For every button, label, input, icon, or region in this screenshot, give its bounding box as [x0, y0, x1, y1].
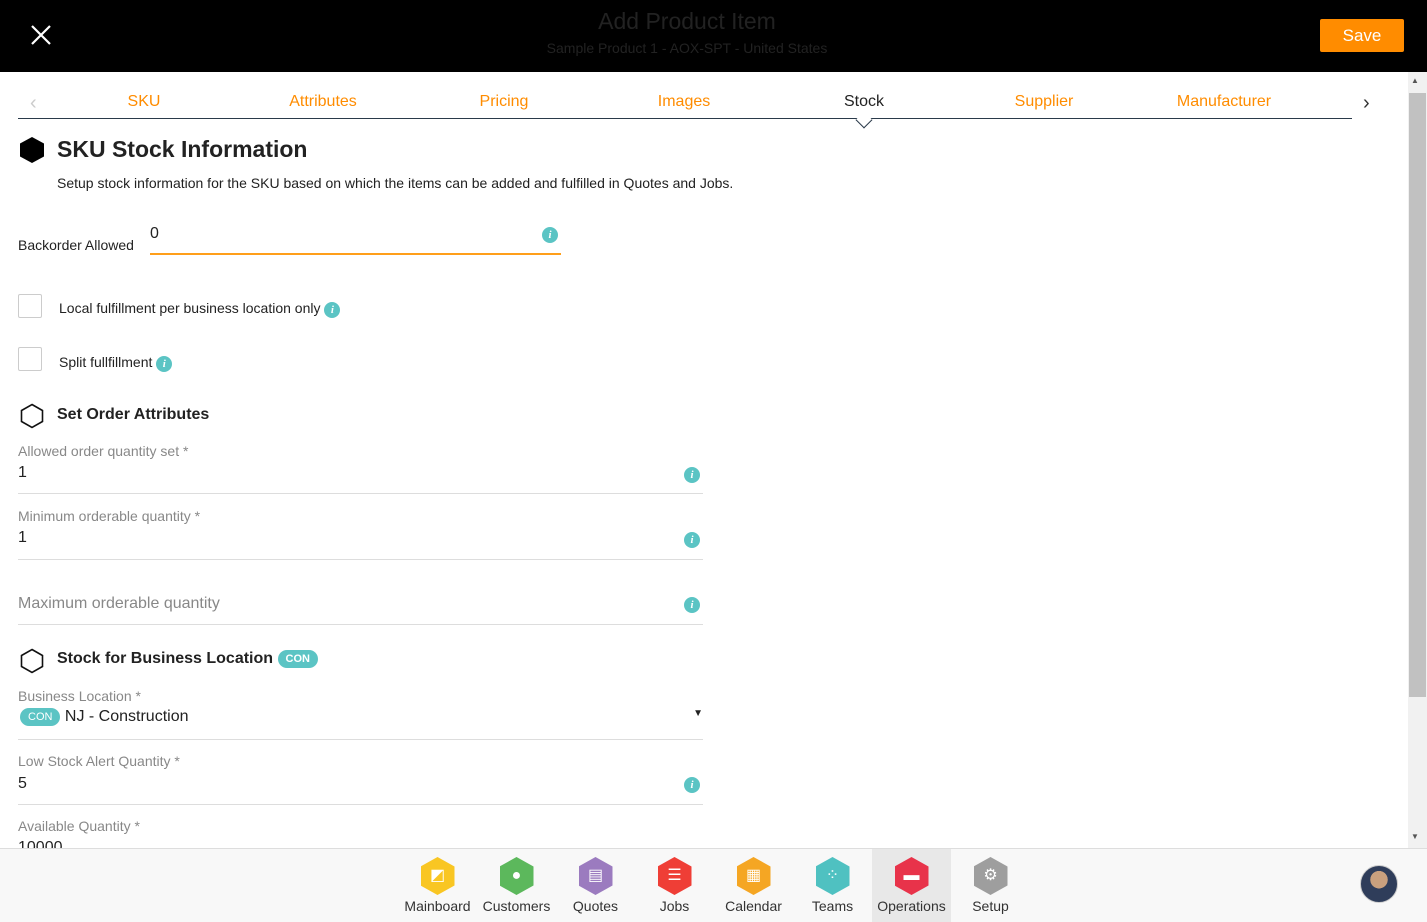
available-qty-input[interactable]: 10000	[18, 839, 63, 848]
info-icon[interactable]: i	[684, 532, 700, 548]
field-underline	[18, 739, 703, 740]
gear-icon: ⚙	[973, 857, 1008, 895]
allowed-qty-input[interactable]: 1	[18, 464, 27, 482]
section-title: SKU Stock Information	[57, 136, 308, 162]
info-icon[interactable]: i	[542, 227, 558, 243]
nav-item-quotes[interactable]: ▤ Quotes	[556, 849, 635, 922]
low-stock-label: Low Stock Alert Quantity *	[18, 753, 180, 769]
nav-label: Calendar	[725, 898, 782, 914]
section-description: Setup stock information for the SKU base…	[57, 175, 734, 191]
tab-underline	[18, 118, 1352, 119]
business-location-value: NJ - Construction	[64, 708, 189, 725]
nav-item-calendar[interactable]: ▦ Calendar	[714, 849, 793, 922]
max-qty-input[interactable]: Maximum orderable quantity	[18, 595, 220, 613]
backorder-value: 0	[150, 225, 159, 242]
split-fulfillment-checkbox[interactable]	[18, 347, 42, 371]
backorder-label: Backorder Allowed	[18, 237, 134, 253]
tab-sku[interactable]: SKU	[54, 93, 234, 111]
tab-attributes[interactable]: Attributes	[233, 93, 413, 111]
backorder-input[interactable]: 0 i	[150, 222, 561, 255]
customer-icon: ●	[499, 857, 534, 895]
dropdown-caret-icon: ▼	[693, 708, 703, 719]
tab-stock[interactable]: Stock	[774, 93, 954, 111]
field-underline	[18, 624, 703, 625]
tab-images[interactable]: Images	[594, 93, 774, 111]
location-badge: CON	[20, 708, 61, 726]
tab-supplier[interactable]: Supplier	[954, 93, 1134, 111]
business-location-select[interactable]: CON NJ - Construction ▼	[18, 708, 703, 732]
min-qty-label: Minimum orderable quantity *	[18, 508, 201, 524]
available-qty-label: Available Quantity *	[18, 818, 140, 834]
nav-item-operations[interactable]: ▬ Operations	[872, 849, 951, 922]
nav-item-customers[interactable]: ● Customers	[477, 849, 556, 922]
nav-label: Operations	[877, 898, 946, 914]
tab-pricing[interactable]: Pricing	[414, 93, 594, 111]
nav-label: Setup	[972, 898, 1009, 914]
info-icon[interactable]: i	[684, 597, 700, 613]
teams-icon: ⁘	[815, 857, 850, 895]
page-title: Add Product Item	[598, 8, 776, 34]
nav-label: Quotes	[572, 898, 619, 914]
page-subtitle: Sample Product 1 - AOX-SPT - United Stat…	[546, 40, 828, 56]
nav-label: Mainboard	[404, 898, 471, 914]
nav-item-teams[interactable]: ⁘ Teams	[793, 849, 872, 922]
nav-item-setup[interactable]: ⚙ Setup	[951, 849, 1030, 922]
nav-label: Jobs	[659, 898, 690, 914]
nav-item-mainboard[interactable]: ◩ Mainboard	[398, 849, 477, 922]
calendar-icon: ▦	[736, 857, 771, 895]
stock-form: SKU Stock Information Setup stock inform…	[0, 120, 1405, 848]
jobs-icon: ☰	[657, 857, 692, 895]
tabs-next-icon[interactable]: ›	[1363, 92, 1370, 115]
quotes-icon: ▤	[578, 857, 613, 895]
tab-manufacturer[interactable]: Manufacturer	[1134, 93, 1314, 111]
location-badge: CON	[277, 650, 318, 668]
mainboard-icon: ◩	[420, 857, 455, 895]
field-underline	[18, 804, 703, 805]
tabs-prev-icon[interactable]: ‹	[30, 92, 37, 115]
order-attributes-title: Set Order Attributes	[57, 406, 210, 423]
split-fulfillment-label: Split fullfillment i	[59, 354, 173, 372]
nav-label: Customers	[482, 898, 551, 914]
nav-item-jobs[interactable]: ☰ Jobs	[635, 849, 714, 922]
save-button[interactable]: Save	[1320, 19, 1404, 52]
info-icon[interactable]: i	[684, 777, 700, 793]
scroll-down-icon[interactable]: ▼	[1411, 832, 1419, 841]
local-fulfillment-label: Local fulfillment per business location …	[59, 300, 341, 318]
stock-location-title: Stock for Business Location CON	[57, 650, 318, 668]
min-qty-input[interactable]: 1	[18, 529, 27, 547]
scrollbar-thumb[interactable]	[1409, 93, 1426, 697]
allowed-qty-label: Allowed order quantity set *	[18, 443, 189, 459]
local-fulfillment-checkbox[interactable]	[18, 294, 42, 318]
low-stock-input[interactable]: 5	[18, 775, 27, 793]
business-location-label: Business Location *	[18, 688, 141, 704]
hexagon-filled-icon	[20, 137, 44, 163]
nav-label: Teams	[811, 898, 854, 914]
hexagon-outline-icon	[20, 403, 44, 429]
field-underline	[18, 559, 703, 560]
info-icon[interactable]: i	[684, 467, 700, 483]
field-underline	[18, 493, 703, 494]
scroll-up-icon[interactable]: ▲	[1411, 76, 1419, 85]
briefcase-icon: ▬	[894, 857, 929, 895]
avatar[interactable]	[1360, 865, 1398, 903]
info-icon[interactable]: i	[156, 356, 173, 372]
info-icon[interactable]: i	[324, 302, 341, 318]
hexagon-outline-icon	[20, 648, 44, 674]
